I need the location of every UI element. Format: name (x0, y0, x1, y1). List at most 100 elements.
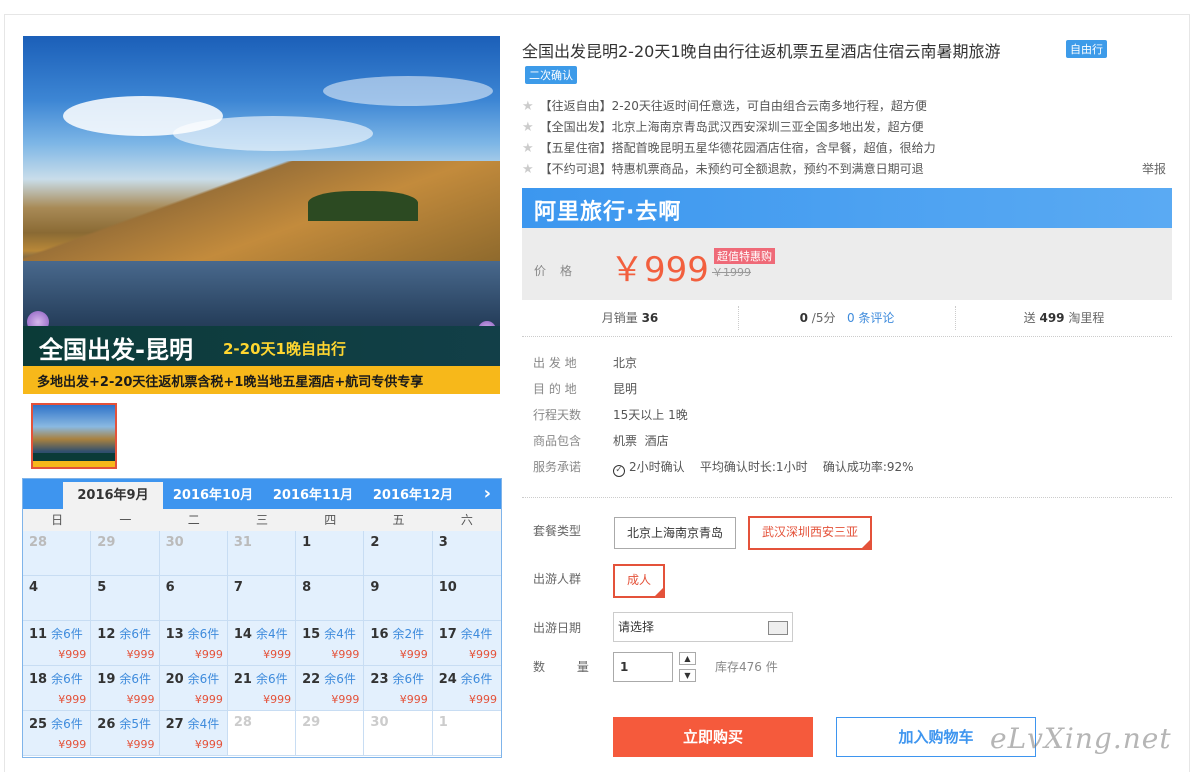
day-number: 21 (233, 672, 252, 687)
day-number: 13 (165, 627, 184, 642)
tab-month-oct[interactable]: 2016年10月 (163, 482, 263, 509)
calendar-day-cell[interactable]: 21 余6件 ¥999 (227, 666, 297, 711)
price-label: 价格 (534, 264, 587, 278)
chevron-right-icon[interactable]: › (484, 483, 491, 504)
calendar-day-cell: 28 (227, 711, 297, 756)
day-number: 11 (29, 627, 48, 642)
points-post: 淘里程 (1068, 311, 1105, 325)
trip-info: 出 发 地 北京 目 的 地 昆明 行程天数 15天以上 1晚 商品包含 机票 酒店 服… (533, 353, 914, 483)
calendar-day-cell[interactable]: 27 余4件 ¥999 (159, 711, 228, 756)
calendar-day-cell[interactable]: 26 余5件 ¥999 (91, 711, 160, 756)
tab-month-nov[interactable]: 2016年11月 (263, 482, 363, 509)
traveler-type-label: 出游人群 (533, 572, 582, 586)
stock-remaining: 余6件 (324, 672, 356, 686)
info-row-departure: 出 发 地 北京 (533, 353, 914, 379)
calendar-day-cell[interactable]: 22 余6件 ¥999 (296, 666, 365, 711)
quantity-label: 数 量 (533, 660, 603, 674)
day-number: 26 (97, 717, 116, 732)
tab-month-sep[interactable]: 2016年9月 (63, 482, 163, 509)
weekday-label: 日 (51, 513, 64, 527)
day-number: 19 (97, 672, 116, 687)
day-number: 3 (438, 535, 448, 550)
day-number: 31 (233, 535, 252, 550)
calendar-day-cell[interactable]: 12 余6件 ¥999 (91, 621, 160, 666)
stock-remaining: 余6件 (255, 672, 288, 686)
calendar-day-cell: 4 (23, 576, 92, 621)
traveler-option-adult[interactable]: 成人 (613, 564, 665, 598)
day-price: ¥999 (468, 648, 497, 661)
day-price: ¥999 (263, 648, 292, 661)
calendar-grid: 28 29 30 31 1 2 3 4 5 6 7 8 9 10 11 余6件 ¥999 12 余6件 ¥999 13 余… (23, 531, 501, 756)
star-icon: ★ (522, 162, 534, 177)
day-number: 24 (438, 672, 457, 687)
calendar-day-cell: 29 (91, 531, 160, 576)
calendar-day-cell[interactable]: 11 余6件 ¥999 (23, 621, 92, 666)
stock-remaining: 余4件 (255, 627, 288, 641)
weekday-label: 一 (119, 513, 132, 527)
day-price: ¥999 (58, 738, 87, 751)
day-price: ¥999 (194, 648, 223, 661)
calendar-day-cell[interactable]: 16 余2件 ¥999 (364, 621, 433, 666)
mountain-shape (23, 161, 500, 261)
day-number: 7 (233, 580, 243, 595)
info-key: 服务承诺 (533, 460, 582, 474)
calendar-day-cell[interactable]: 23 余6件 ¥999 (364, 666, 433, 711)
day-number: 16 (370, 627, 389, 642)
package-option-b[interactable]: 武汉深圳西安三亚 (748, 516, 872, 550)
thumbnail-image[interactable] (31, 403, 117, 469)
buy-now-button[interactable]: 立即购买 (613, 717, 813, 757)
day-number: 1 (302, 535, 312, 550)
points-value: 499 (1039, 311, 1065, 325)
calendar-day-cell[interactable]: 24 余6件 ¥999 (432, 666, 501, 711)
quantity-input[interactable]: 1 (613, 652, 673, 682)
cloud-shape (173, 116, 373, 151)
tab-month-dec[interactable]: 2016年12月 (363, 482, 463, 509)
calendar-day-cell[interactable]: 20 余6件 ¥999 (159, 666, 228, 711)
stock-remaining: 余6件 (460, 672, 493, 686)
product-main-image[interactable]: 全国出发-昆明 2-20天1晚自由行 多地出发+2-20天往返机票含税+1晚当地… (23, 36, 500, 394)
stock-remaining: 余4件 (324, 627, 356, 641)
sales-stats: 月销量 36 0 /5分 0 条评论 送 499 淘里程 (522, 306, 1172, 330)
quantity-up-icon[interactable]: ▲ (679, 652, 696, 665)
day-number: 8 (302, 580, 312, 595)
calendar-icon[interactable] (768, 621, 788, 635)
package-option-a[interactable]: 北京上海南京青岛 (614, 517, 736, 549)
day-number: 10 (438, 580, 457, 595)
day-price: ¥999 (194, 693, 223, 706)
day-price: ¥999 (331, 693, 360, 706)
calendar-day-cell[interactable]: 25 余6件 ¥999 (23, 711, 92, 756)
calendar-day-cell: 1 (296, 531, 365, 576)
feature-item: ★ 【全国出发】北京上海南京青岛武汉西安深圳三亚全国多地出发，超方便 (522, 117, 1172, 138)
travel-date-input[interactable]: 请选择 (613, 612, 793, 642)
banner-sub-text: 2-20天1晚自由行 (223, 340, 346, 358)
calendar-day-cell: 31 (227, 531, 297, 576)
calendar-day-cell[interactable]: 19 余6件 ¥999 (91, 666, 160, 711)
calendar-day-cell: 8 (296, 576, 365, 621)
strip-text: 多地出发+2-20天往返机票含税+1晚当地五星酒店+航司专供专享 (37, 375, 424, 390)
stock-remaining: 余4件 (460, 627, 493, 641)
calendar-day-cell[interactable]: 14 余4件 ¥999 (227, 621, 297, 666)
rating-value: 0 (799, 311, 808, 325)
date-value: 请选择 (618, 620, 655, 634)
day-price: ¥999 (58, 648, 87, 661)
day-number: 5 (97, 580, 107, 595)
image-banner: 全国出发-昆明 2-20天1晚自由行 (23, 326, 500, 366)
day-number: 20 (165, 672, 184, 687)
feature-list: ★ 【往返自由】2-20天往返时间任意选，可自由组合云南多地行程，超方便 ★ 【全国… (522, 96, 1172, 180)
report-link[interactable]: 举报 (1142, 160, 1166, 177)
feature-text: 【不约可退】特惠机票商品，未预约可全额退款，预约不到满意日期可退 (539, 162, 924, 176)
stock-remaining: 余6件 (51, 672, 83, 686)
feature-text: 【往返自由】2-20天往返时间任意选，可自由组合云南多地行程，超方便 (539, 99, 927, 113)
day-number: 23 (370, 672, 389, 687)
calendar-day-cell[interactable]: 18 余6件 ¥999 (23, 666, 92, 711)
monthly-sales: 月销量 36 (522, 306, 739, 330)
stock-text: 库存476 件 (715, 660, 778, 674)
day-number: 17 (438, 627, 457, 642)
calendar-day-cell[interactable]: 13 余6件 ¥999 (159, 621, 228, 666)
star-icon: ★ (522, 120, 534, 135)
quantity-down-icon[interactable]: ▼ (679, 669, 696, 682)
divider (522, 497, 1172, 498)
calendar-day-cell[interactable]: 15 余4件 ¥999 (296, 621, 365, 666)
calendar-day-cell[interactable]: 17 余4件 ¥999 (432, 621, 501, 666)
reviews-link[interactable]: 0 条评论 (847, 311, 894, 325)
